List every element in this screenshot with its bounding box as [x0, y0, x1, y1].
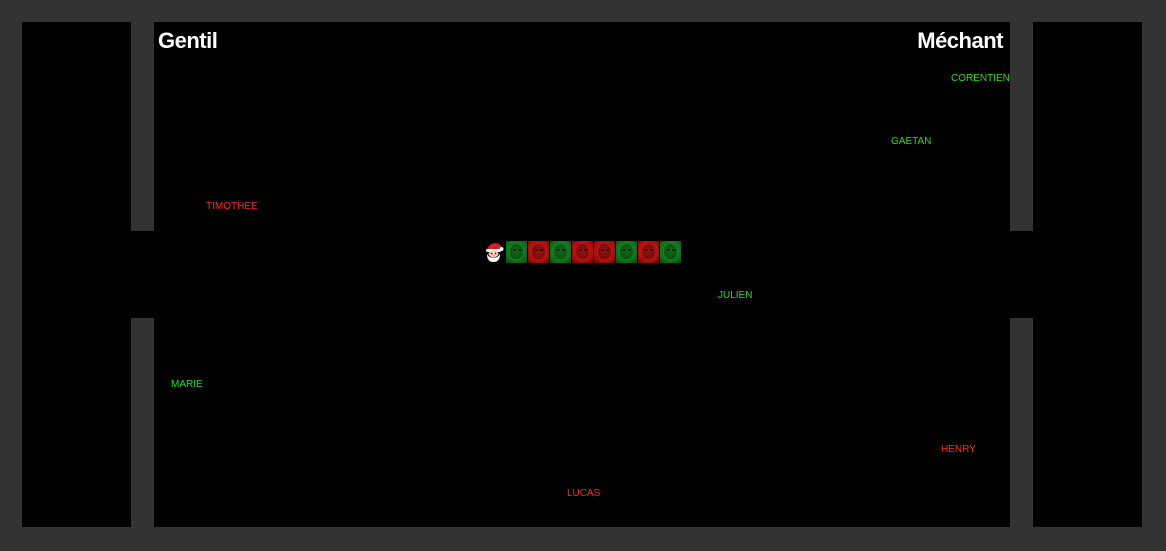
snake	[483, 241, 681, 263]
player-name: TIMOTHEE	[206, 201, 258, 212]
player-name: MARIE	[171, 379, 203, 390]
snake-segment-red	[528, 241, 549, 263]
game-stage: Gentil Méchant CORENTIEN GAETAN TIMOTHEE…	[0, 0, 1166, 551]
player-name: LUCAS	[567, 488, 601, 499]
snake-segment-red	[638, 241, 659, 263]
player-name: CORENTIEN	[951, 73, 1010, 84]
bad-side-title: Méchant	[917, 28, 1003, 53]
snake-segment-red	[594, 241, 615, 263]
left-passage	[131, 231, 154, 318]
player-name: HENRY	[941, 444, 976, 455]
right-panel	[1033, 22, 1142, 527]
player-name: JULIEN	[718, 290, 753, 301]
good-side-title: Gentil	[158, 28, 218, 53]
snake-segment-green	[506, 241, 527, 263]
game-field[interactable]	[154, 22, 1010, 527]
snake-segment-green	[616, 241, 637, 263]
snake-segment-green	[550, 241, 571, 263]
left-panel	[22, 22, 131, 527]
right-passage	[1010, 231, 1033, 318]
santa-icon	[483, 241, 505, 263]
snake-segment-green	[660, 241, 681, 263]
player-name: GAETAN	[891, 136, 932, 147]
snake-segment-red	[572, 241, 593, 263]
